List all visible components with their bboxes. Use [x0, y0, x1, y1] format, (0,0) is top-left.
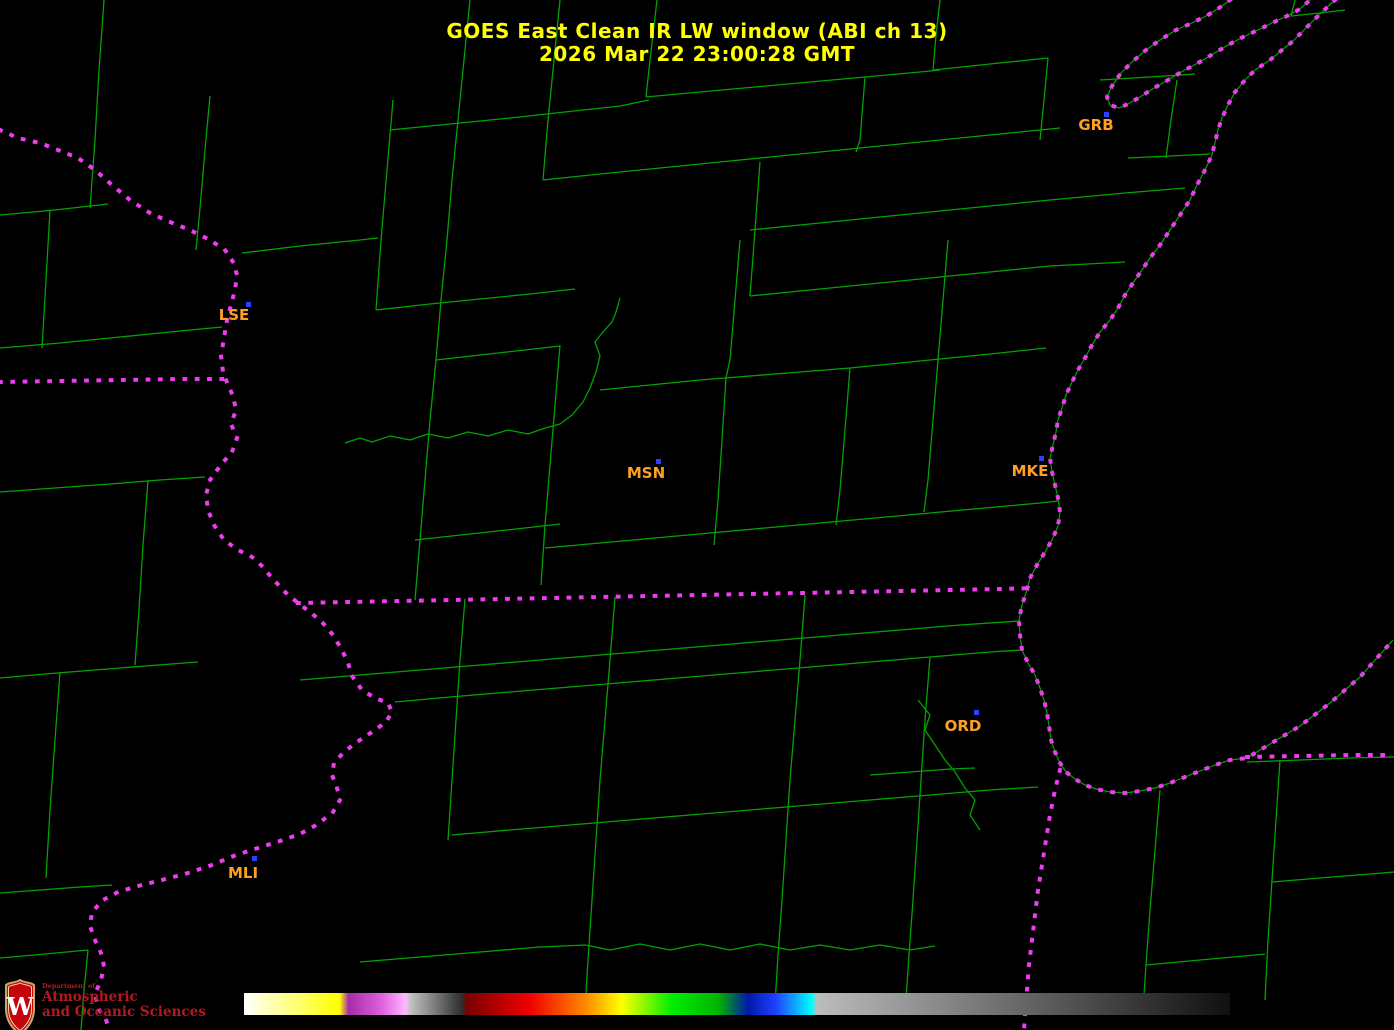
lake-michigan-shore: [1017, 0, 1394, 795]
logo-line2: and Oceanic Sciences: [42, 1004, 206, 1020]
mississippi-river-border: [0, 127, 394, 1030]
ir-colorbar: [244, 993, 1230, 1015]
uw-aos-logo: W Department of Atmospheric and Oceanic …: [5, 979, 206, 1030]
map-canvas: [0, 0, 1394, 1030]
station-dot-ORD: [974, 710, 979, 715]
station-label-MKE: MKE: [1011, 462, 1049, 480]
in-mi-border: [1244, 753, 1394, 760]
station-dot-MKE: [1039, 456, 1044, 461]
image-title-block: GOES East Clean IR LW window (ABI ch 13)…: [0, 20, 1394, 66]
station-label-GRB: GRB: [1078, 116, 1114, 134]
wi-il-border: [295, 585, 1038, 606]
svg-text:W: W: [6, 992, 35, 1021]
station-label-ORD: ORD: [944, 717, 982, 735]
station-label-LSE: LSE: [218, 306, 250, 324]
lake-shoreline-green: [1018, 0, 1394, 794]
station-label-MSN: MSN: [626, 464, 666, 482]
station-label-MLI: MLI: [227, 864, 259, 882]
station-dot-MLI: [252, 856, 257, 861]
logo-line1: Atmospheric: [42, 989, 138, 1005]
image-timestamp: 2026 Mar 22 23:00:28 GMT: [538, 42, 856, 66]
satellite-viewer-window: GOES East Clean IR LW window (ABI ch 13)…: [0, 0, 1394, 1030]
uw-crest-icon: W: [5, 979, 35, 1030]
il-in-border: [1021, 767, 1063, 1030]
product-title: GOES East Clean IR LW window (ABI ch 13): [446, 19, 948, 43]
mn-ia-border: [0, 377, 227, 385]
river-lines: [344, 297, 981, 951]
state-boundary-dotted-lines: [0, 0, 1394, 1030]
